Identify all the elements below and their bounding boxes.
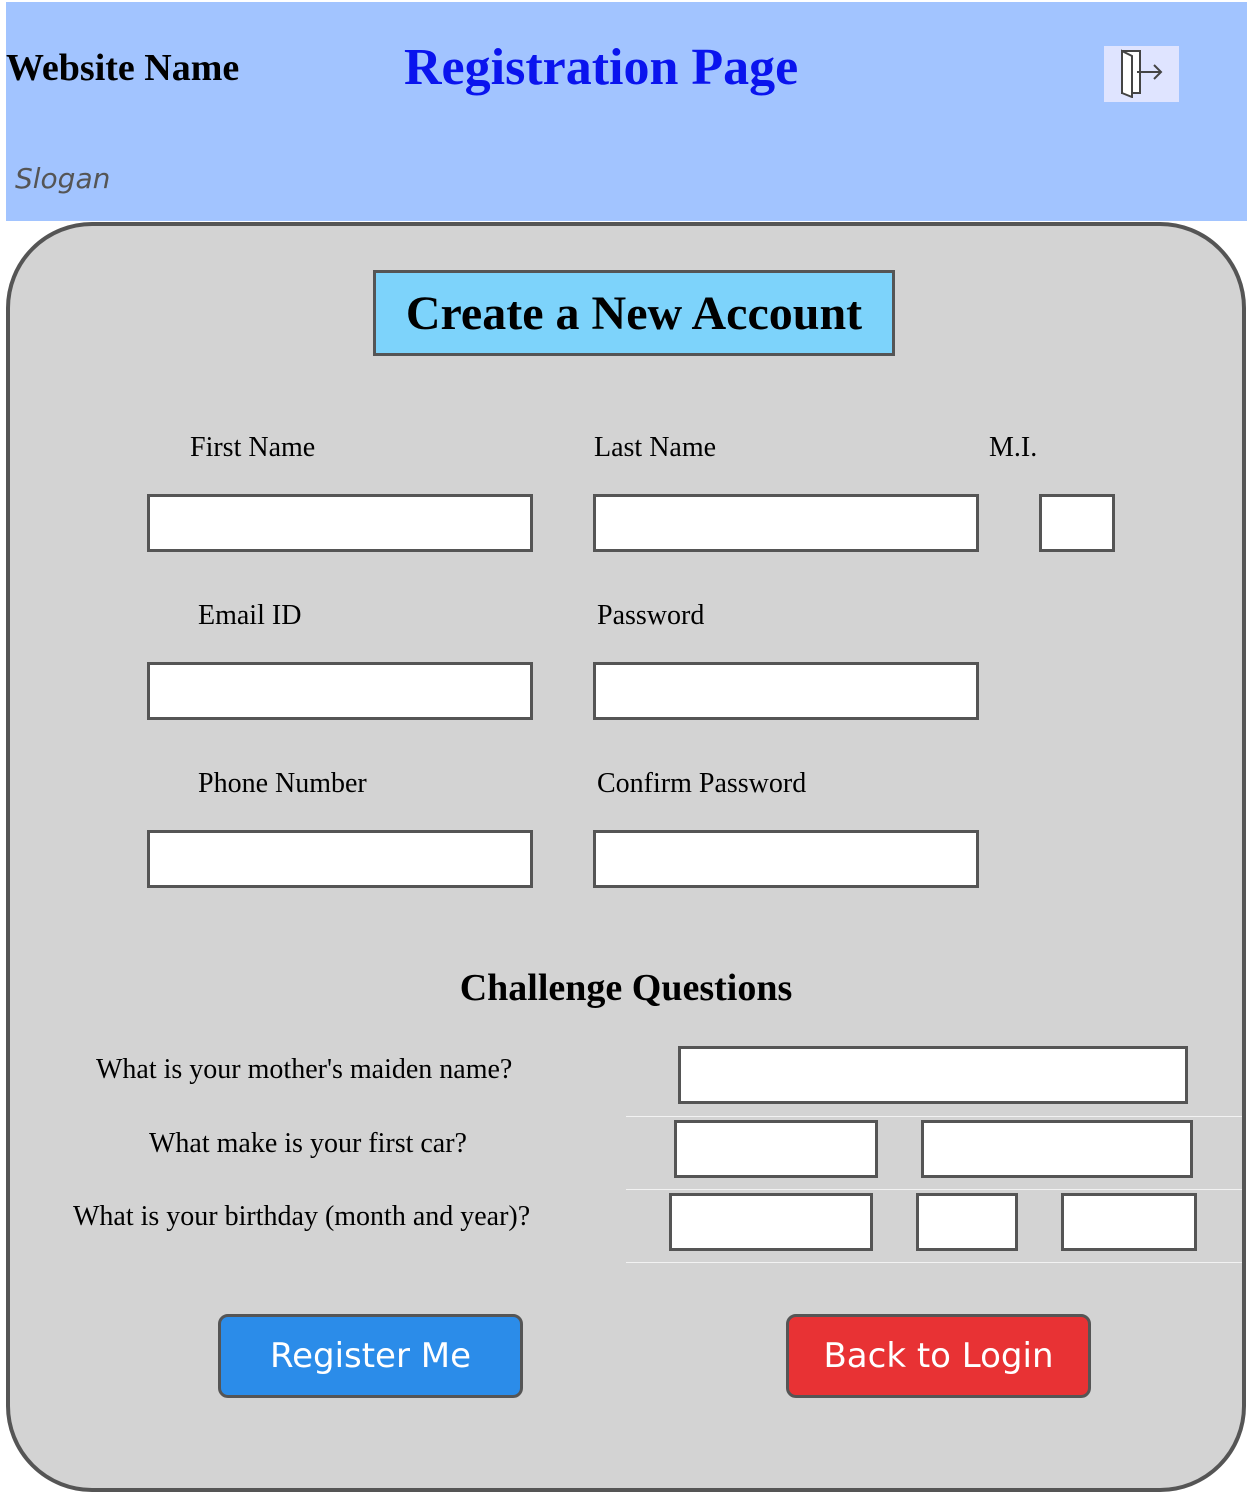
last-name-input[interactable] (593, 494, 979, 552)
confirm-password-input[interactable] (593, 830, 979, 888)
row-divider (626, 1116, 1242, 1117)
email-label: Email ID (198, 600, 302, 631)
row-divider (626, 1189, 1242, 1190)
mi-label: M.I. (989, 432, 1038, 463)
first-name-input[interactable] (147, 494, 533, 552)
email-input[interactable] (147, 662, 533, 720)
question-maiden-name: What is your mother's maiden name? (96, 1054, 513, 1085)
logout-icon (1115, 46, 1169, 103)
page-title: Registration Page (404, 39, 799, 96)
first-name-label: First Name (190, 432, 316, 463)
website-name: Website Name (6, 47, 240, 89)
first-car-input-a[interactable] (674, 1120, 878, 1178)
birthday-input-c[interactable] (1061, 1193, 1197, 1251)
challenge-questions-title: Challenge Questions (459, 967, 793, 1009)
confirm-password-label: Confirm Password (597, 768, 807, 799)
row-divider (626, 1262, 1242, 1263)
password-input[interactable] (593, 662, 979, 720)
password-label: Password (597, 600, 705, 631)
back-to-login-button[interactable]: Back to Login (786, 1314, 1091, 1398)
registration-panel: Create a New Account First Name Last Nam… (6, 222, 1246, 1492)
birthday-input-b[interactable] (916, 1193, 1018, 1251)
phone-label: Phone Number (198, 768, 367, 799)
form-title: Create a New Account (373, 270, 895, 356)
first-car-input-b[interactable] (921, 1120, 1193, 1178)
maiden-name-input[interactable] (678, 1046, 1188, 1104)
register-button[interactable]: Register Me (218, 1314, 523, 1398)
question-first-car: What make is your first car? (149, 1128, 467, 1159)
mi-input[interactable] (1039, 494, 1115, 552)
phone-input[interactable] (147, 830, 533, 888)
question-birthday: What is your birthday (month and year)? (73, 1201, 531, 1232)
site-header: Website Name Registration Page Slogan (6, 2, 1247, 221)
logout-button[interactable] (1104, 46, 1179, 102)
last-name-label: Last Name (594, 432, 717, 463)
birthday-input-a[interactable] (669, 1193, 873, 1251)
slogan: Slogan (15, 162, 111, 195)
